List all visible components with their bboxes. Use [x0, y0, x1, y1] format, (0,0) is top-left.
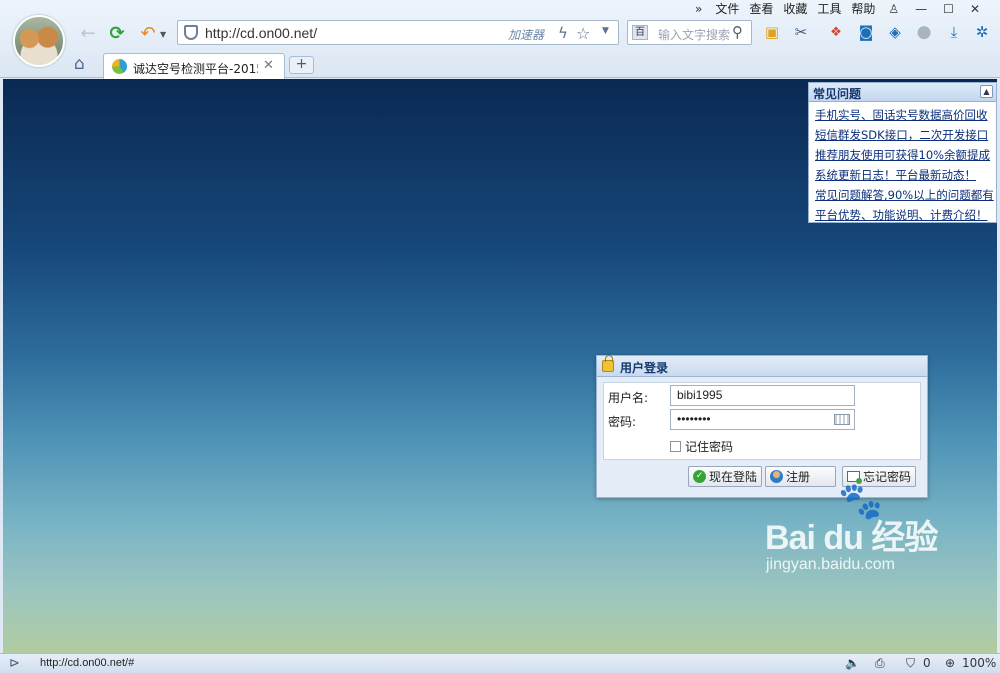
- bookmark-icon[interactable]: ▣: [762, 22, 782, 42]
- tab-title: 诚达空号检测平台-2015: [133, 62, 258, 76]
- password-label: 密码:: [608, 415, 637, 429]
- lightning-icon[interactable]: ϟ: [558, 24, 568, 42]
- login-header: 用户登录: [597, 355, 927, 377]
- accelerator-button[interactable]: 加速器: [508, 26, 544, 43]
- back-arrow-icon[interactable]: ←: [77, 22, 99, 44]
- username-label: 用户名:: [608, 391, 649, 405]
- login-button-label: 现在登陆: [709, 470, 758, 484]
- watermark-brand: Bai du 经验: [765, 519, 938, 557]
- lock-icon: [602, 355, 614, 372]
- scissors-icon[interactable]: ✂: [791, 22, 811, 42]
- search-icon[interactable]: ⚲: [732, 23, 743, 41]
- faq-link[interactable]: 系统更新日志！平台最新动态！: [815, 165, 996, 185]
- faq-list: 手机实号、固话实号数据高价回收 短信群发SDK接口，二次开发接口 推荐朋友使用可…: [809, 102, 996, 225]
- address-url[interactable]: http://cd.on00.net/: [205, 25, 317, 41]
- minimize-button[interactable]: —: [907, 2, 935, 17]
- user-avatar[interactable]: [13, 15, 65, 67]
- chat-icon[interactable]: ●: [914, 22, 934, 42]
- address-bar[interactable]: http://cd.on00.net/ 加速器 ϟ ☆ ▼: [177, 20, 619, 45]
- shield-icon[interactable]: ◈: [885, 22, 905, 42]
- address-dropdown-icon[interactable]: ▼: [602, 26, 609, 36]
- skin-shirt-icon[interactable]: ♙: [880, 2, 907, 17]
- menu-favorites[interactable]: 收藏: [778, 2, 812, 17]
- status-url: http://cd.on00.net/#: [40, 657, 135, 669]
- search-q-icon[interactable]: ◙: [856, 22, 876, 42]
- undo-icon[interactable]: ↶: [137, 22, 159, 44]
- download-icon[interactable]: ⤓: [944, 22, 964, 42]
- status-bar: ⊳ http://cd.on00.net/# 🔈 ⎙ ⛉ 0 ⊕ 100%: [0, 653, 1000, 673]
- watermark-url: jingyan.baidu.com: [766, 556, 895, 573]
- maximize-button[interactable]: ☐: [935, 2, 962, 17]
- tab-close-icon[interactable]: ✕: [263, 58, 274, 73]
- menu-bar: » 文件 查看 收藏 工具 帮助 ♙ — ☐ ✕: [687, 2, 988, 17]
- search-engine-icon[interactable]: 百: [632, 25, 648, 40]
- favorite-star-icon[interactable]: ☆: [576, 24, 590, 43]
- username-field[interactable]: bibi1995: [670, 385, 855, 406]
- search-input[interactable]: 输入文字搜索: [658, 26, 730, 43]
- settings-icon[interactable]: ✲: [972, 22, 992, 42]
- password-value: ••••••••: [677, 412, 711, 426]
- faq-panel: 常见问题 ▲ 手机实号、固话实号数据高价回收 短信群发SDK接口，二次开发接口 …: [808, 82, 997, 223]
- faq-link[interactable]: 常见问题解答,90%以上的问题都有: [815, 185, 996, 205]
- close-window-button[interactable]: ✕: [962, 2, 988, 17]
- login-panel: 用户登录 用户名: bibi1995 密码: •••••••• 记住密码 ✓ 现…: [596, 355, 928, 498]
- remember-password[interactable]: 记住密码: [670, 438, 733, 455]
- sound-icon[interactable]: 🔈: [845, 656, 860, 670]
- faq-link[interactable]: 平台优势、功能说明、计费介绍！: [815, 205, 996, 225]
- faq-header: 常见问题 ▲: [809, 83, 996, 102]
- faq-link[interactable]: 推荐朋友使用可获得10%余额提成: [815, 145, 996, 165]
- browser-toolbar: ← ⟳ ↶ ▼ http://cd.on00.net/ 加速器 ϟ ☆ ▼ 百 …: [0, 0, 1000, 79]
- password-field[interactable]: ••••••••: [670, 409, 855, 430]
- refresh-icon[interactable]: ⟳: [106, 22, 128, 44]
- faq-link[interactable]: 短信群发SDK接口，二次开发接口: [815, 125, 996, 145]
- login-title: 用户登录: [620, 361, 669, 375]
- site-favicon-icon: [112, 59, 127, 74]
- scan-icon[interactable]: ❖: [826, 22, 846, 42]
- faq-title: 常见问题: [813, 87, 862, 101]
- printer-icon[interactable]: ⎙: [875, 656, 885, 671]
- menu-view[interactable]: 查看: [744, 2, 778, 17]
- undo-dropdown-icon[interactable]: ▼: [160, 30, 166, 39]
- zoom-icon[interactable]: ⊕: [945, 656, 955, 670]
- remember-label: 记住密码: [685, 440, 734, 454]
- menu-help[interactable]: 帮助: [846, 2, 880, 17]
- menu-more-icon[interactable]: »: [687, 2, 710, 17]
- ad-block-icon[interactable]: ⛉: [906, 656, 915, 671]
- faq-link[interactable]: 手机实号、固话实号数据高价回收: [815, 105, 996, 125]
- zoom-level[interactable]: 100%: [962, 656, 996, 670]
- security-shield-icon: [184, 25, 198, 40]
- watermark: 🐾 Bai du 经验 jingyan.baidu.com: [758, 480, 958, 573]
- tab-active[interactable]: 诚达空号检测平台-2015 ✕: [103, 53, 285, 79]
- search-box[interactable]: 百 输入文字搜索 ⚲: [627, 20, 752, 45]
- faq-collapse-button[interactable]: ▲: [980, 85, 993, 98]
- login-form: 用户名: bibi1995 密码: •••••••• 记住密码: [603, 382, 921, 460]
- keyboard-icon[interactable]: [834, 414, 850, 425]
- ad-block-count: 0: [923, 656, 931, 670]
- sidebar-toggle-icon[interactable]: ⊳: [9, 656, 20, 671]
- new-tab-button[interactable]: +: [289, 56, 314, 74]
- login-button[interactable]: ✓ 现在登陆: [688, 466, 763, 487]
- menu-file[interactable]: 文件: [710, 2, 744, 17]
- remember-checkbox[interactable]: [670, 441, 681, 452]
- check-icon: ✓: [693, 470, 706, 483]
- home-icon[interactable]: ⌂: [74, 54, 85, 74]
- menu-tools[interactable]: 工具: [812, 2, 846, 17]
